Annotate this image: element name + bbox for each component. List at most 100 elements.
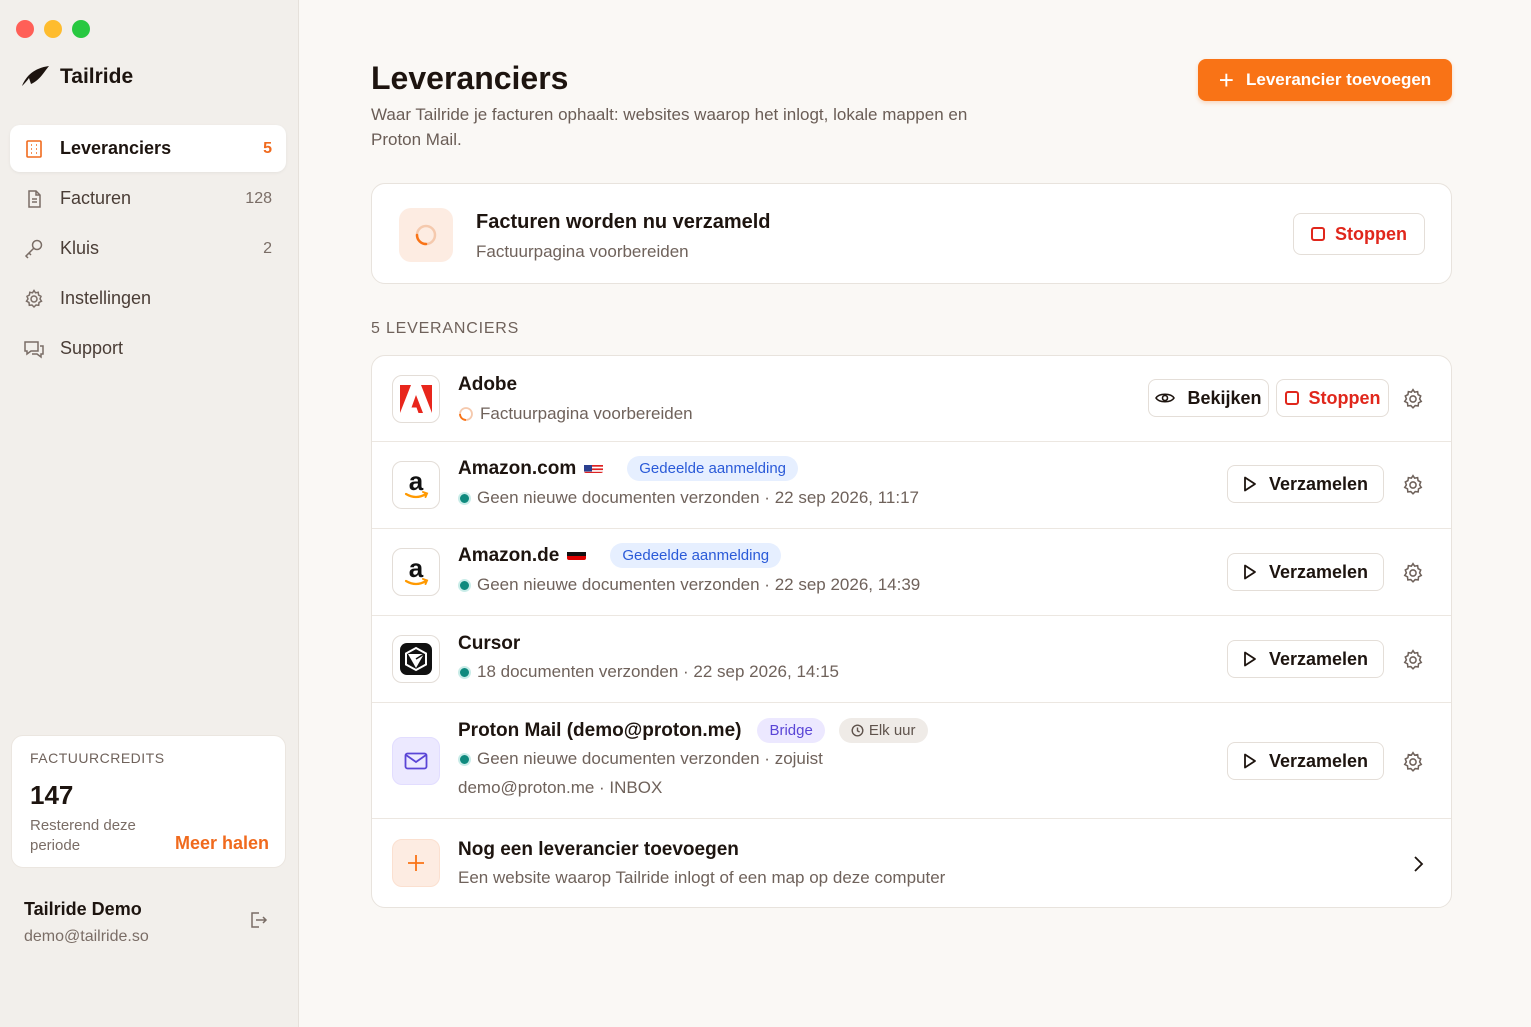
- settings-gear-icon[interactable]: [1402, 751, 1424, 773]
- collect-button-label: Verzamelen: [1268, 561, 1369, 582]
- chat-icon: [22, 337, 46, 361]
- vendors-count-caption: 5 LEVERANCIERS: [371, 320, 520, 337]
- sidebar-item-label: Leveranciers: [60, 138, 172, 158]
- user-info: Tailride Demo demo@tailride.so: [24, 899, 149, 946]
- settings-gear-icon[interactable]: [1402, 562, 1424, 584]
- vendor-status: Geen nieuwe documenten verzonden · 22 se…: [458, 488, 919, 508]
- get-more-credits-link[interactable]: Meer halen: [175, 833, 269, 854]
- collect-button[interactable]: Verzamelen: [1227, 465, 1384, 503]
- vendor-status: Geen nieuwe documenten verzonden · 22 se…: [458, 575, 920, 595]
- view-button-label: Bekijken: [1187, 387, 1262, 408]
- vendor-name: Proton Mail (demo@proton.me) Bridge Elk …: [458, 718, 928, 743]
- sidebar-item-label: Facturen: [60, 188, 132, 208]
- view-button[interactable]: Bekijken: [1148, 379, 1269, 417]
- schedule-badge-label: Elk uur: [868, 722, 916, 739]
- cursor-logo-icon: [392, 635, 440, 683]
- sidebar-item-count: 2: [263, 239, 272, 257]
- vendor-name-text: Amazon.com: [458, 457, 577, 479]
- stop-label: Stoppen: [1335, 223, 1407, 244]
- mail-icon: [392, 737, 440, 785]
- vendor-row-cursor[interactable]: Cursor 18 documenten verzonden · 22 sep …: [372, 616, 1451, 703]
- sidebar-item-label: Instellingen: [60, 288, 152, 308]
- svg-text:a: a: [409, 468, 424, 496]
- gear-icon: [22, 287, 46, 311]
- stop-collection-button[interactable]: Stoppen: [1293, 213, 1425, 255]
- success-dot-icon: [458, 752, 471, 766]
- us-flag-icon: [584, 461, 604, 473]
- vendor-name-text: Adobe: [458, 374, 518, 395]
- sidebar-item-support[interactable]: Support: [10, 325, 286, 372]
- plus-icon: [392, 839, 440, 887]
- vendor-name: Amazon.com Gedeelde aanmelding: [458, 456, 799, 481]
- success-dot-icon: [458, 665, 471, 679]
- settings-gear-icon[interactable]: [1402, 388, 1424, 410]
- add-another-subtitle-text: Een website waarop Tailride inlogt of ee…: [458, 868, 946, 887]
- logout-icon[interactable]: [247, 909, 269, 931]
- vendor-name-text: Amazon.de: [458, 544, 560, 566]
- vendor-name: Amazon.de Gedeelde aanmelding: [458, 543, 782, 568]
- stop-vendor-button[interactable]: Stoppen: [1276, 379, 1389, 417]
- sidebar-item-facturen[interactable]: Facturen 128: [10, 175, 286, 222]
- vendor-row-amazon-de[interactable]: a Amazon.de Gedeelde aanmelding Geen nie…: [372, 529, 1451, 616]
- page-subtitle: Waar Tailride je facturen ophaalt: websi…: [371, 105, 968, 149]
- collection-status-card: Facturen worden nu verzameld Factuurpagi…: [371, 183, 1452, 284]
- sidebar: Tailride Leveranciers 5 Facturen 128 Klu…: [0, 0, 299, 1027]
- vendor-detail-text: demo@proton.me · INBOX: [458, 778, 663, 797]
- credits-value: 147: [30, 780, 74, 810]
- plus-icon: +: [1218, 65, 1234, 95]
- vendor-status-text: Geen nieuwe documenten verzonden · zojui…: [477, 749, 823, 768]
- vendor-status: Geen nieuwe documenten verzonden · zojui…: [458, 749, 823, 769]
- sidebar-item-instellingen[interactable]: Instellingen: [10, 275, 286, 322]
- sidebar-item-count: 128: [245, 189, 272, 207]
- settings-gear-icon[interactable]: [1402, 474, 1424, 496]
- vendor-name: Cursor: [458, 633, 520, 655]
- adobe-logo-icon: [392, 375, 440, 423]
- vendor-row-amazon-com[interactable]: a Amazon.com Gedeelde aanmelding Geen ni…: [372, 442, 1451, 529]
- vendor-status-text: Geen nieuwe documenten verzonden · 22 se…: [477, 488, 919, 507]
- add-another-title-text: Nog een leverancier toevoegen: [458, 839, 739, 860]
- success-dot-icon: [458, 491, 471, 505]
- shared-login-badge: Gedeelde aanmelding: [627, 456, 799, 481]
- vendor-row-proton-mail[interactable]: Proton Mail (demo@proton.me) Bridge Elk …: [372, 703, 1451, 819]
- collect-button-label: Verzamelen: [1268, 648, 1369, 669]
- stop-icon: [1311, 227, 1325, 241]
- settings-gear-icon[interactable]: [1402, 649, 1424, 671]
- play-icon: [1244, 476, 1256, 492]
- vendor-status-text: 18 documenten verzonden · 22 sep 2026, 1…: [477, 662, 839, 681]
- sidebar-item-leveranciers[interactable]: Leveranciers 5: [10, 125, 286, 172]
- collect-button[interactable]: Verzamelen: [1227, 742, 1384, 780]
- sidebar-item-count: 5: [263, 139, 272, 157]
- collect-button[interactable]: Verzamelen: [1227, 640, 1384, 678]
- bridge-badge: Bridge: [757, 718, 825, 743]
- add-vendor-button[interactable]: + Leverancier toevoegen: [1198, 59, 1452, 101]
- success-dot-icon: [458, 578, 471, 592]
- play-icon: [1244, 651, 1256, 667]
- credits-caption: FACTUURCREDITS: [30, 750, 165, 766]
- status-title: Facturen worden nu verzameld: [476, 211, 771, 233]
- chevron-right-icon[interactable]: [1408, 854, 1428, 874]
- minimize-window-button[interactable]: [44, 20, 62, 38]
- vendor-status: 18 documenten verzonden · 22 sep 2026, 1…: [458, 662, 839, 682]
- sidebar-item-label: Support: [60, 338, 124, 358]
- collect-button[interactable]: Verzamelen: [1227, 553, 1384, 591]
- close-window-button[interactable]: [16, 20, 34, 38]
- window-controls: [16, 20, 90, 38]
- building-icon: [22, 137, 46, 161]
- zoom-window-button[interactable]: [72, 20, 90, 38]
- eye-icon: [1155, 393, 1176, 403]
- vendor-name: Adobe: [458, 374, 517, 396]
- sidebar-nav: Leveranciers 5 Facturen 128 Kluis 2 Inst…: [10, 125, 286, 375]
- vendor-list: Adobe Factuurpagina voorbereiden Bekijke…: [371, 355, 1452, 908]
- credits-remaining-label: Resterend deze periode: [30, 817, 136, 854]
- add-another-vendor-row[interactable]: Nog een leverancier toevoegen Een websit…: [372, 819, 1451, 907]
- stop-vendor-label: Stoppen: [1308, 387, 1381, 408]
- sidebar-item-kluis[interactable]: Kluis 2: [10, 225, 286, 272]
- vendor-row-adobe[interactable]: Adobe Factuurpagina voorbereiden Bekijke…: [372, 356, 1451, 442]
- clock-icon: [851, 724, 864, 737]
- brand-name: Tailride: [60, 65, 134, 88]
- amazon-logo-icon: a: [392, 461, 440, 509]
- collect-button-label: Verzamelen: [1268, 750, 1369, 771]
- sidebar-item-label: Kluis: [60, 238, 100, 258]
- spinner-icon: [399, 208, 453, 262]
- credits-card: FACTUURCREDITS 147 Resterend deze period…: [11, 735, 286, 868]
